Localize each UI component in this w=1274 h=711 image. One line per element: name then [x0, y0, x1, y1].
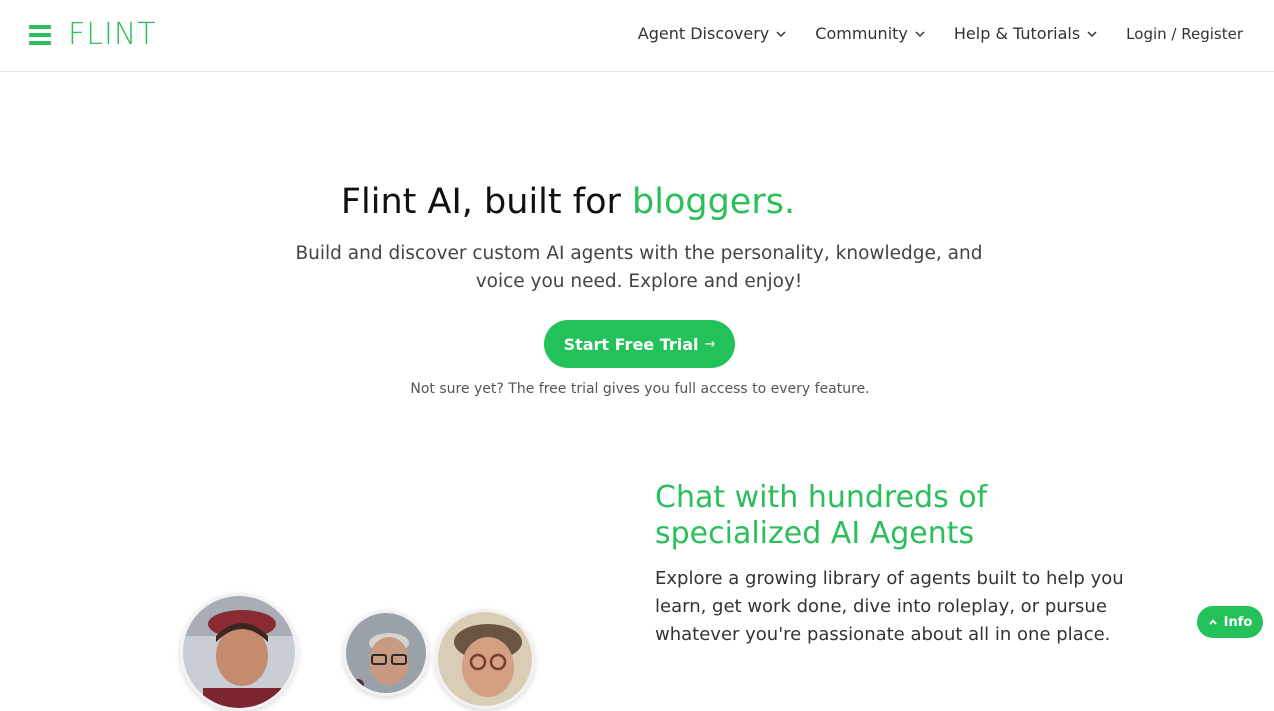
nav-item-label: Agent Discovery	[637, 24, 770, 43]
main-nav: Agent Discovery Community Help & Tutoria…	[610, 24, 1243, 43]
chevron-down-icon	[915, 30, 925, 37]
hero-title-text: Flint AI, built for	[340, 182, 632, 222]
arrow-right-icon: →	[704, 336, 716, 352]
agent-avatar[interactable]	[180, 593, 298, 711]
agent-avatar[interactable]	[435, 609, 535, 709]
info-button[interactable]: Info	[1197, 606, 1263, 638]
hero-title-accent: bloggers.	[632, 182, 796, 222]
nav-item-community[interactable]: Community	[815, 24, 926, 43]
features-title: Chat with hundreds of specialized AI Age…	[655, 480, 988, 551]
info-button-label: Info	[1223, 614, 1253, 630]
hero-subtitle: Build and discover custom AI agents with…	[295, 243, 983, 292]
features-body: Explore a growing library of agents buil…	[655, 568, 1124, 645]
hero-title: Flint AI, built for bloggers.	[0, 182, 1136, 222]
brand-logo[interactable]: FLINT	[68, 17, 157, 52]
chevron-down-icon	[1087, 30, 1097, 37]
chevron-down-icon	[776, 30, 786, 37]
nav-item-help-tutorials[interactable]: Help & Tutorials	[954, 24, 1098, 43]
agent-avatar[interactable]	[343, 610, 429, 696]
trial-note: Not sure yet? The free trial gives you f…	[410, 381, 870, 397]
top-navigation-bar: FLINT Agent Discovery Community Help & T…	[0, 0, 1274, 72]
nav-item-label: Community	[815, 24, 908, 43]
start-free-trial-button[interactable]: Start Free Trial →	[544, 320, 735, 368]
nav-item-agent-discovery[interactable]: Agent Discovery	[638, 24, 788, 43]
chevron-up-icon	[1208, 619, 1217, 625]
nav-item-label: Help & Tutorials	[953, 24, 1081, 43]
cta-label: Start Free Trial	[563, 334, 699, 354]
login-register-link[interactable]: Login / Register	[1126, 25, 1243, 43]
hamburger-menu-icon[interactable]	[29, 25, 51, 45]
